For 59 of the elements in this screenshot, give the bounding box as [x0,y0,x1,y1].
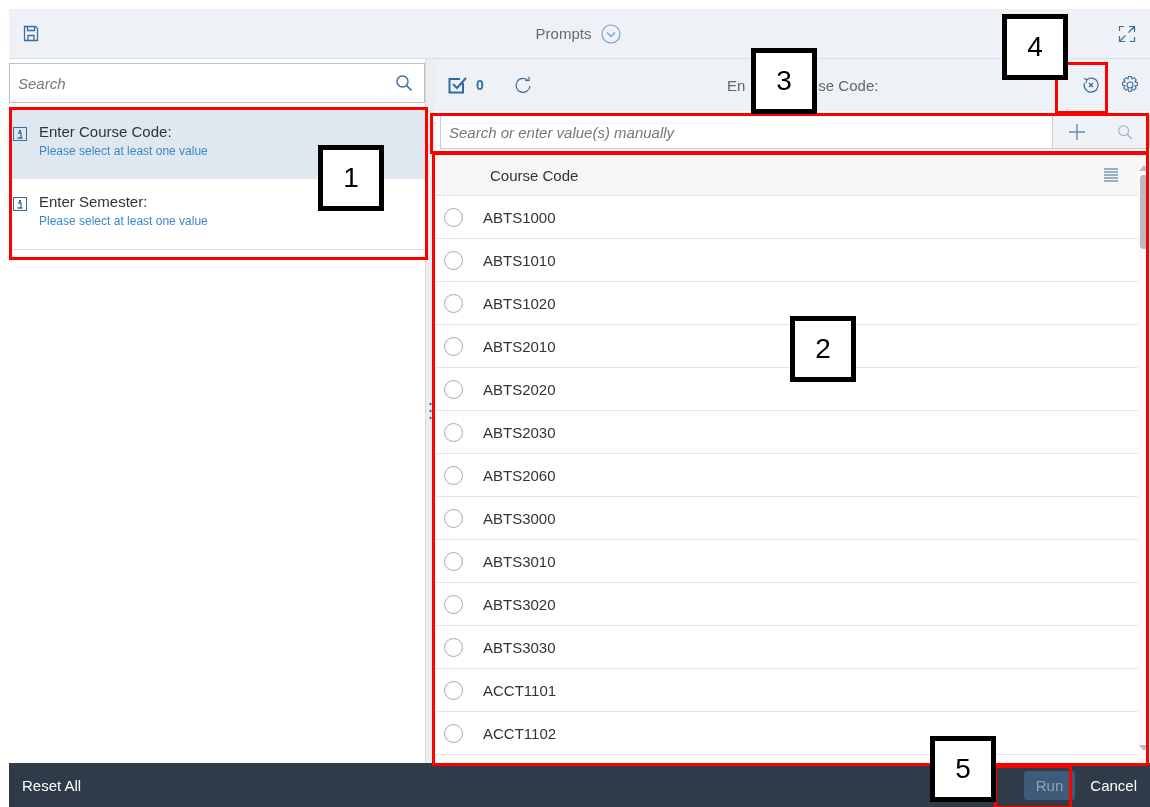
reset-all-button[interactable]: Reset All [9,770,95,800]
table-cell: ACCT1101 [483,681,557,699]
table-cell: ABTS2030 [483,423,556,441]
search-button[interactable] [1101,115,1150,149]
radio-button[interactable] [444,336,463,356]
splitter-handle-icon[interactable] [428,402,432,420]
callout-number: 4 [1002,14,1068,80]
table-cell: ABTS2020 [483,380,556,398]
radio-button[interactable] [444,594,463,614]
table-cell: ABTS2060 [483,466,556,484]
plus-icon [1069,124,1085,140]
expand-icon[interactable] [1118,24,1136,43]
reset-icon[interactable] [1082,76,1100,94]
dialog-title: Prompts [535,25,592,42]
callout-number: 2 [790,316,856,382]
radio-button[interactable] [444,680,463,700]
list-icon[interactable] [1104,168,1118,182]
add-button[interactable] [1053,115,1101,149]
table-cell: ABTS2010 [483,337,556,355]
radio-button[interactable] [444,422,463,442]
prompt-heading: se Code: [818,76,879,94]
table-cell: ABTS1010 [483,251,556,269]
value-search-field[interactable]: Search or enter value(s) manually [440,115,1053,149]
settings-icon[interactable] [1120,75,1140,95]
checkbox-tick-icon[interactable] [448,76,468,94]
radio-button[interactable] [444,637,463,657]
prompt-title: Enter Course Code: [39,123,173,140]
column-header: Course Code [490,166,579,184]
search-icon [1117,124,1133,140]
search-icon[interactable] [395,74,413,92]
radio-button[interactable] [444,551,463,571]
table-cell: ACCT1102 [483,724,557,742]
table-cell: ABTS1000 [483,208,556,226]
radio-button[interactable] [444,379,463,399]
prompt-hint: Please select at least one value [39,214,208,228]
radio-button[interactable] [444,465,463,485]
selected-count: 0 [476,77,484,93]
table-cell: ABTS3000 [483,509,556,527]
callout-number: 3 [751,48,817,114]
radio-button[interactable] [444,207,463,227]
radio-button[interactable] [444,250,463,270]
prompt-item[interactable]: Enter Semester: Please select at least one value [13,193,293,237]
dropdown-icon[interactable] [601,23,622,44]
save-icon[interactable] [23,25,39,42]
callout-number: 5 [930,736,996,802]
radio-button[interactable] [444,723,463,743]
table-cell: ABTS3010 [483,552,556,570]
prompt-title: Enter Semester: [39,193,149,210]
cancel-button[interactable]: Cancel [1077,770,1150,800]
table-cell: ABTS3020 [483,595,556,613]
table-cell: ABTS1020 [483,294,556,312]
prompt-heading: En [727,76,746,94]
prompt-hint: Please select at least one value [39,144,208,158]
radio-button[interactable] [444,508,463,528]
refresh-icon[interactable] [513,76,532,94]
search-field[interactable]: Search [9,63,425,103]
callout-number: 1 [318,145,384,211]
table-cell: ABTS3030 [483,638,556,656]
radio-button[interactable] [444,293,463,313]
